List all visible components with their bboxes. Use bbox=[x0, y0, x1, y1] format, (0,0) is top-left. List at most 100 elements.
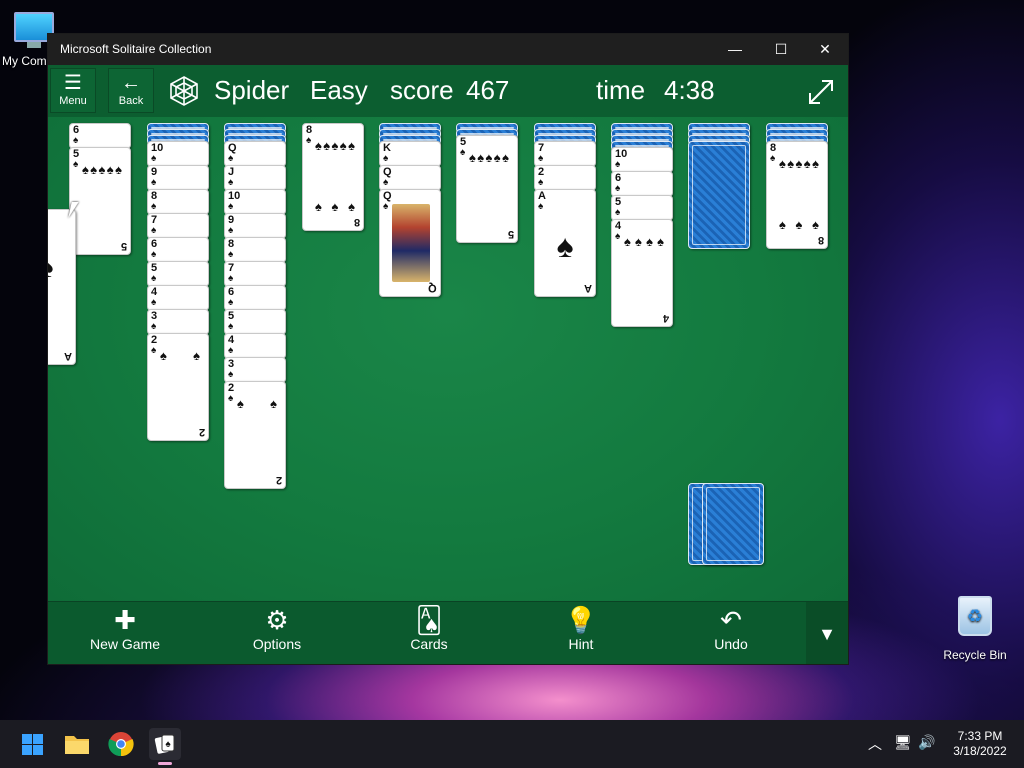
cards-button[interactable]: 🂡 Cards bbox=[364, 602, 494, 664]
playing-card[interactable]: 4 ♠ bbox=[224, 333, 286, 359]
monitor-stand bbox=[27, 42, 41, 48]
card-suit: ♠ bbox=[73, 135, 79, 146]
playing-card[interactable]: 8 ♠ ♠ ♠ ♠ ♠ ♠ ♠ ♠ ♠ 8 bbox=[302, 123, 364, 231]
title-bar[interactable]: Microsoft Solitaire Collection — ☐ ✕ bbox=[48, 34, 848, 65]
card-pips: ♠ ♠ ♠ ♠ bbox=[624, 234, 664, 249]
volume-icon[interactable]: 🔊 bbox=[918, 734, 935, 751]
card-suit: ♠ bbox=[383, 201, 389, 212]
playing-card[interactable]: 9 ♠ bbox=[147, 165, 209, 191]
solitaire-taskbar-icon[interactable]: ♠ bbox=[149, 728, 181, 760]
game-table: 6 ♠ 5 ♠ ♠ ♠ ♠ ♠ ♠ 5 10 ♠ 9 ♠ 8 ♠ 7 ♠ 6 ♠ 5 ♠ 4 ♠ 3 ♠ 2 ♠ ♠ ♠ 2 Q ♠ J ♠ 10 ♠ 9… bbox=[48, 117, 848, 601]
card-pips: ♠ ♠ bbox=[237, 396, 277, 411]
minimize-button[interactable]: — bbox=[712, 34, 758, 65]
playing-card[interactable]: 3 ♠ bbox=[224, 357, 286, 383]
back-arrow-icon: ← bbox=[121, 72, 141, 94]
playing-card[interactable]: 4 ♠ ♠ ♠ ♠ ♠ 4 bbox=[611, 219, 673, 327]
hint-label: Hint bbox=[568, 636, 594, 652]
playing-card[interactable]: 7 ♠ bbox=[224, 261, 286, 287]
playing-card[interactable]: 8 ♠ bbox=[147, 189, 209, 215]
time-label: time bbox=[596, 75, 646, 105]
card-suit: ♠ bbox=[615, 207, 621, 218]
chevron-up-icon[interactable]: ︿ bbox=[868, 734, 882, 754]
stock-card[interactable] bbox=[702, 483, 764, 565]
close-button[interactable]: ✕ bbox=[802, 34, 848, 65]
card-suit: ♠ bbox=[228, 201, 234, 212]
maximize-button[interactable]: ☐ bbox=[758, 34, 804, 65]
menu-label: Menu bbox=[59, 95, 87, 107]
playing-card[interactable]: 6 ♠ bbox=[69, 123, 131, 149]
windows-start-icon[interactable] bbox=[16, 728, 48, 760]
options-button[interactable]: ⚙ Options bbox=[212, 602, 342, 664]
back-button[interactable]: ← Back bbox=[108, 68, 154, 113]
playing-card[interactable]: 5 ♠ bbox=[224, 309, 286, 335]
playing-card[interactable]: 10 ♠ bbox=[147, 141, 209, 167]
card-rank-bottom: Q bbox=[428, 282, 437, 294]
card-suit: ♠ bbox=[151, 249, 157, 260]
game-header: ☰ Menu ← Back Spider Easy score 467 time… bbox=[48, 65, 848, 117]
file-explorer-icon[interactable] bbox=[61, 728, 93, 760]
card-rank-bottom: 2 bbox=[198, 426, 205, 438]
cards-label: Cards bbox=[410, 636, 448, 652]
playing-card[interactable]: 2 ♠ ♠ ♠ 2 bbox=[147, 333, 209, 441]
recycle-bin-icon[interactable]: ♻ Recycle Bin bbox=[940, 596, 1010, 662]
card-suit: ♠ bbox=[538, 177, 544, 188]
card-pips: ♠ ♠ bbox=[160, 348, 200, 363]
playing-card[interactable]: 2 ♠ ♠ ♠ 2 bbox=[224, 381, 286, 489]
card-suit: ♠ bbox=[615, 159, 621, 170]
face-card-art bbox=[392, 204, 430, 282]
card-suit: ♠ bbox=[151, 225, 157, 236]
time-value: 4:38 bbox=[664, 75, 715, 105]
card-suit: ♠ bbox=[151, 345, 157, 356]
chrome-browser-icon[interactable] bbox=[105, 728, 137, 760]
playing-card[interactable]: 6 ♠ bbox=[147, 237, 209, 263]
card-rank-bottom: 5 bbox=[120, 240, 127, 252]
playing-card[interactable]: 3 ♠ bbox=[147, 309, 209, 335]
hint-button[interactable]: 💡 Hint bbox=[516, 602, 646, 664]
card-suit: ♠ bbox=[615, 183, 621, 194]
playing-card[interactable]: 5 ♠ ♠ ♠ ♠ ♠ ♠ 5 bbox=[456, 135, 518, 243]
playing-card[interactable]: 7 ♠ bbox=[147, 213, 209, 239]
playing-card[interactable]: Q ♠ bbox=[224, 141, 286, 167]
playing-card[interactable]: 2 ♠ bbox=[534, 165, 596, 191]
toolbar-more-button[interactable]: ▼ bbox=[806, 602, 848, 664]
playing-card[interactable]: 8 ♠ bbox=[224, 237, 286, 263]
chevron-down-icon: ▼ bbox=[818, 624, 836, 644]
card-suit: ♠ bbox=[538, 153, 544, 164]
playing-card[interactable]: J ♠ bbox=[224, 165, 286, 191]
playing-card[interactable]: 5 ♠ bbox=[147, 261, 209, 287]
playing-card[interactable]: Q ♠ bbox=[379, 165, 441, 191]
playing-card[interactable]: 7 ♠ bbox=[534, 141, 596, 167]
undo-button[interactable]: ↶ Undo bbox=[666, 602, 796, 664]
taskbar-clock[interactable]: 7:33 PM 3/18/2022 bbox=[948, 729, 1012, 759]
fullscreen-icon[interactable] bbox=[806, 77, 836, 107]
active-app-indicator bbox=[158, 762, 172, 765]
playing-card[interactable]: 5 ♠ bbox=[611, 195, 673, 221]
card-suit: ♠ bbox=[615, 231, 621, 242]
card-rank-bottom: A bbox=[64, 350, 72, 362]
card-suit: ♠ bbox=[538, 201, 544, 212]
playing-card[interactable]: 6 ♠ bbox=[611, 171, 673, 197]
playing-card[interactable]: 10 ♠ bbox=[224, 189, 286, 215]
menu-button[interactable]: ☰ Menu bbox=[50, 68, 96, 113]
card-suit: ♠ bbox=[770, 153, 776, 164]
playing-card[interactable]: 5 ♠ ♠ ♠ ♠ ♠ ♠ 5 bbox=[69, 147, 131, 255]
card-suit: ♠ bbox=[151, 321, 157, 332]
playing-card[interactable]: 6 ♠ bbox=[224, 285, 286, 311]
card-suit: ♠ bbox=[228, 225, 234, 236]
playing-card[interactable]: Q ♠ Q bbox=[379, 189, 441, 297]
card-big-pip: ♠ bbox=[48, 248, 75, 285]
playing-card[interactable]: 10 ♠ bbox=[611, 147, 673, 173]
card-pips: ♠ ♠ ♠ ♠ ♠ bbox=[469, 150, 509, 165]
dragged-card[interactable]: A♠♠A bbox=[48, 209, 76, 365]
playing-card[interactable]: K ♠ bbox=[379, 141, 441, 167]
difficulty-label: Easy bbox=[310, 75, 368, 105]
playing-card[interactable]: A ♠ ♠ A bbox=[534, 189, 596, 297]
network-icon[interactable]: 🖥 bbox=[894, 734, 912, 751]
playing-card[interactable]: 4 ♠ bbox=[147, 285, 209, 311]
new-game-button[interactable]: ✚ New Game bbox=[60, 602, 190, 664]
plus-icon: ✚ bbox=[114, 605, 136, 635]
playing-card[interactable]: 8 ♠ ♠ ♠ ♠ ♠ ♠ ♠ ♠ ♠ 8 bbox=[766, 141, 828, 249]
card-pips: ♠ ♠ ♠ ♠ ♠ bbox=[82, 162, 122, 177]
playing-card[interactable]: 9 ♠ bbox=[224, 213, 286, 239]
recycle-bin-label: Recycle Bin bbox=[943, 648, 1007, 662]
